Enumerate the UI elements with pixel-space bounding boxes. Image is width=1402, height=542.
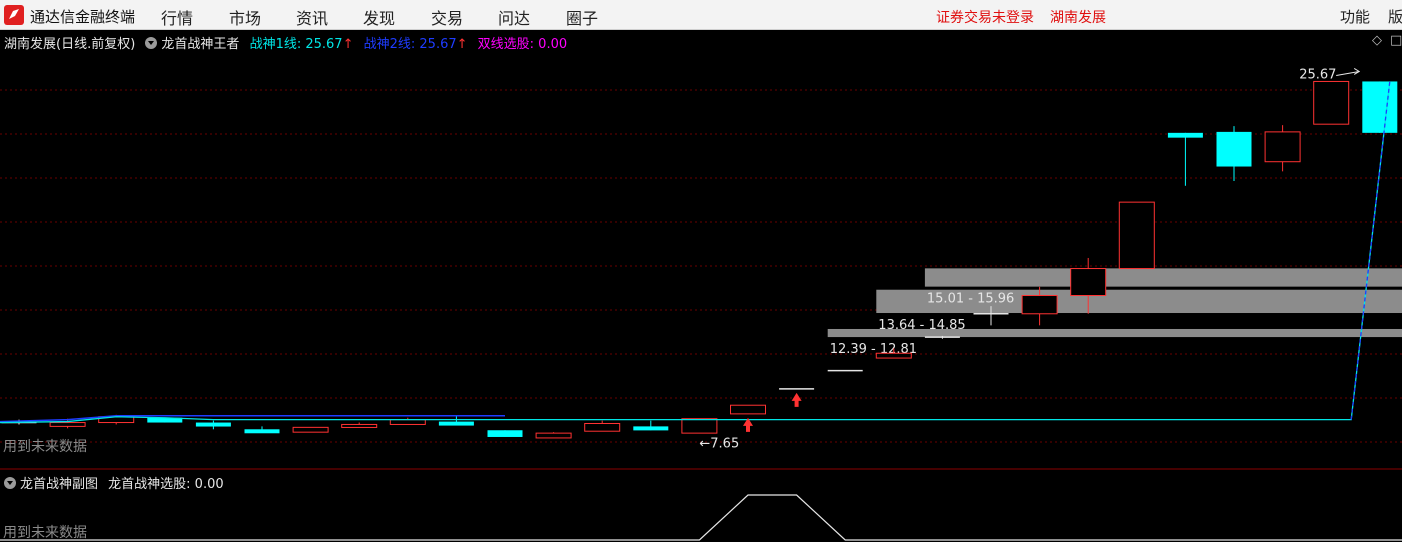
candle-body — [681, 418, 718, 434]
candle-body — [1070, 268, 1107, 296]
candle-body — [1264, 131, 1301, 163]
current-stock-name: 湖南发展 — [1050, 10, 1106, 26]
line2-up-arrow-icon: ↑ — [456, 37, 468, 52]
line1-value: 战神1线: 25.67 — [249, 37, 343, 52]
sub-signal-series — [0, 494, 1402, 541]
candle-body — [1216, 131, 1252, 167]
indicator-lines-layer — [0, 81, 1391, 424]
zone-label: 15.01 - 15.96 — [927, 292, 1014, 307]
candle-body — [730, 404, 766, 415]
future-data-warning-sub: 用到未来数据 — [3, 525, 87, 541]
candle-body — [438, 421, 474, 426]
menu-edition[interactable]: 版 — [1388, 6, 1402, 27]
candle-body — [1118, 201, 1155, 270]
square-icon[interactable]: □ — [1390, 33, 1402, 48]
candle-body — [487, 430, 523, 437]
line2-value: 战神2线: 25.67 — [363, 37, 457, 52]
menu-discover[interactable]: 发现 — [363, 5, 395, 29]
line2-series — [0, 415, 505, 423]
future-data-warning-main: 用到未来数据 — [3, 439, 87, 455]
line2-jump — [1350, 81, 1391, 420]
support-zones-layer: 12.39 - 12.81 13.64 - 14.85 15.01 - 15.96 — [827, 268, 1402, 357]
menu-quotes[interactable]: 行情 — [161, 5, 193, 29]
price-annotation-arrow-icon — [1336, 68, 1361, 76]
candle-body — [147, 417, 183, 423]
menu-market[interactable]: 市场 — [229, 5, 261, 29]
candle-body — [535, 432, 572, 439]
candle-body — [292, 426, 329, 433]
menu-functions[interactable]: 功能 — [1340, 6, 1370, 27]
candle-body — [875, 352, 912, 359]
candle-body — [244, 429, 280, 434]
zone-label: 13.64 - 14.85 — [878, 318, 965, 333]
support-zone — [876, 289, 1402, 314]
candlestick-chart: 12.39 - 12.8113.64 - 14.8515.01 - 15.96 … — [0, 67, 1402, 541]
menu-bar: 通达信金融终端 行情 市场 资讯 发现 交易 问达 圈子 证券交易未登录 湖南发… — [0, 0, 1402, 30]
annotations-layer: ←7.65 25.67 — [699, 67, 1361, 451]
candle-body — [1021, 294, 1058, 315]
menu-trade[interactable]: 交易 — [431, 5, 463, 29]
app-title: 通达信金融终端 — [30, 8, 136, 26]
diamond-icon[interactable]: ◇ — [1372, 33, 1382, 48]
menu-news[interactable]: 资讯 — [296, 5, 328, 29]
support-zone — [924, 268, 1402, 287]
grid-layer — [0, 89, 1402, 443]
candle-body — [49, 422, 86, 427]
main-chart-header: 湖南发展(日线.前复权) 龙首战神王者 战神1线: 25.67↑ 战神2线: 2… — [4, 33, 567, 52]
price-annotation: ←7.65 — [699, 436, 739, 451]
candle-body — [1362, 81, 1398, 133]
menu-ask[interactable]: 问达 — [498, 5, 530, 29]
line1-series — [0, 81, 1391, 424]
app-logo-icon — [4, 5, 24, 25]
candle-body — [195, 422, 231, 427]
sub-indicator-name[interactable]: 龙首战神副图 — [20, 477, 98, 492]
candle-body — [1167, 132, 1203, 138]
buy-signal-arrow-icon — [791, 392, 802, 407]
login-status[interactable]: 证券交易未登录 — [936, 7, 1034, 27]
price-annotation: 25.67 — [1299, 67, 1336, 82]
candle-body — [1313, 80, 1350, 125]
sub-chart-layer — [0, 494, 1402, 541]
candle-body — [584, 423, 621, 432]
support-zone — [827, 328, 1402, 338]
candle-body — [98, 416, 135, 424]
stock-period-label[interactable]: 湖南发展(日线.前复权) — [4, 37, 135, 52]
dual-select-value: 双线选股: 0.00 — [477, 37, 568, 52]
line1-up-arrow-icon: ↑ — [342, 37, 354, 52]
candles-layer — [1, 80, 1398, 439]
menu-circle[interactable]: 圈子 — [566, 5, 598, 29]
sub-chart-header: 龙首战神副图 龙首战神选股: 0.00 — [4, 473, 224, 492]
indicator-toggle-icon[interactable] — [145, 37, 158, 49]
zone-label: 12.39 - 12.81 — [830, 342, 917, 357]
candle-body — [389, 419, 426, 425]
candle-body — [341, 423, 378, 428]
candle-body — [633, 426, 669, 431]
sub-indicator-toggle-icon[interactable] — [4, 477, 16, 489]
indicator-name[interactable]: 龙首战神王者 — [161, 37, 239, 52]
sub-indicator-value: 龙首战神选股: 0.00 — [108, 477, 224, 492]
buy-signal-arrow-icon — [743, 417, 753, 432]
